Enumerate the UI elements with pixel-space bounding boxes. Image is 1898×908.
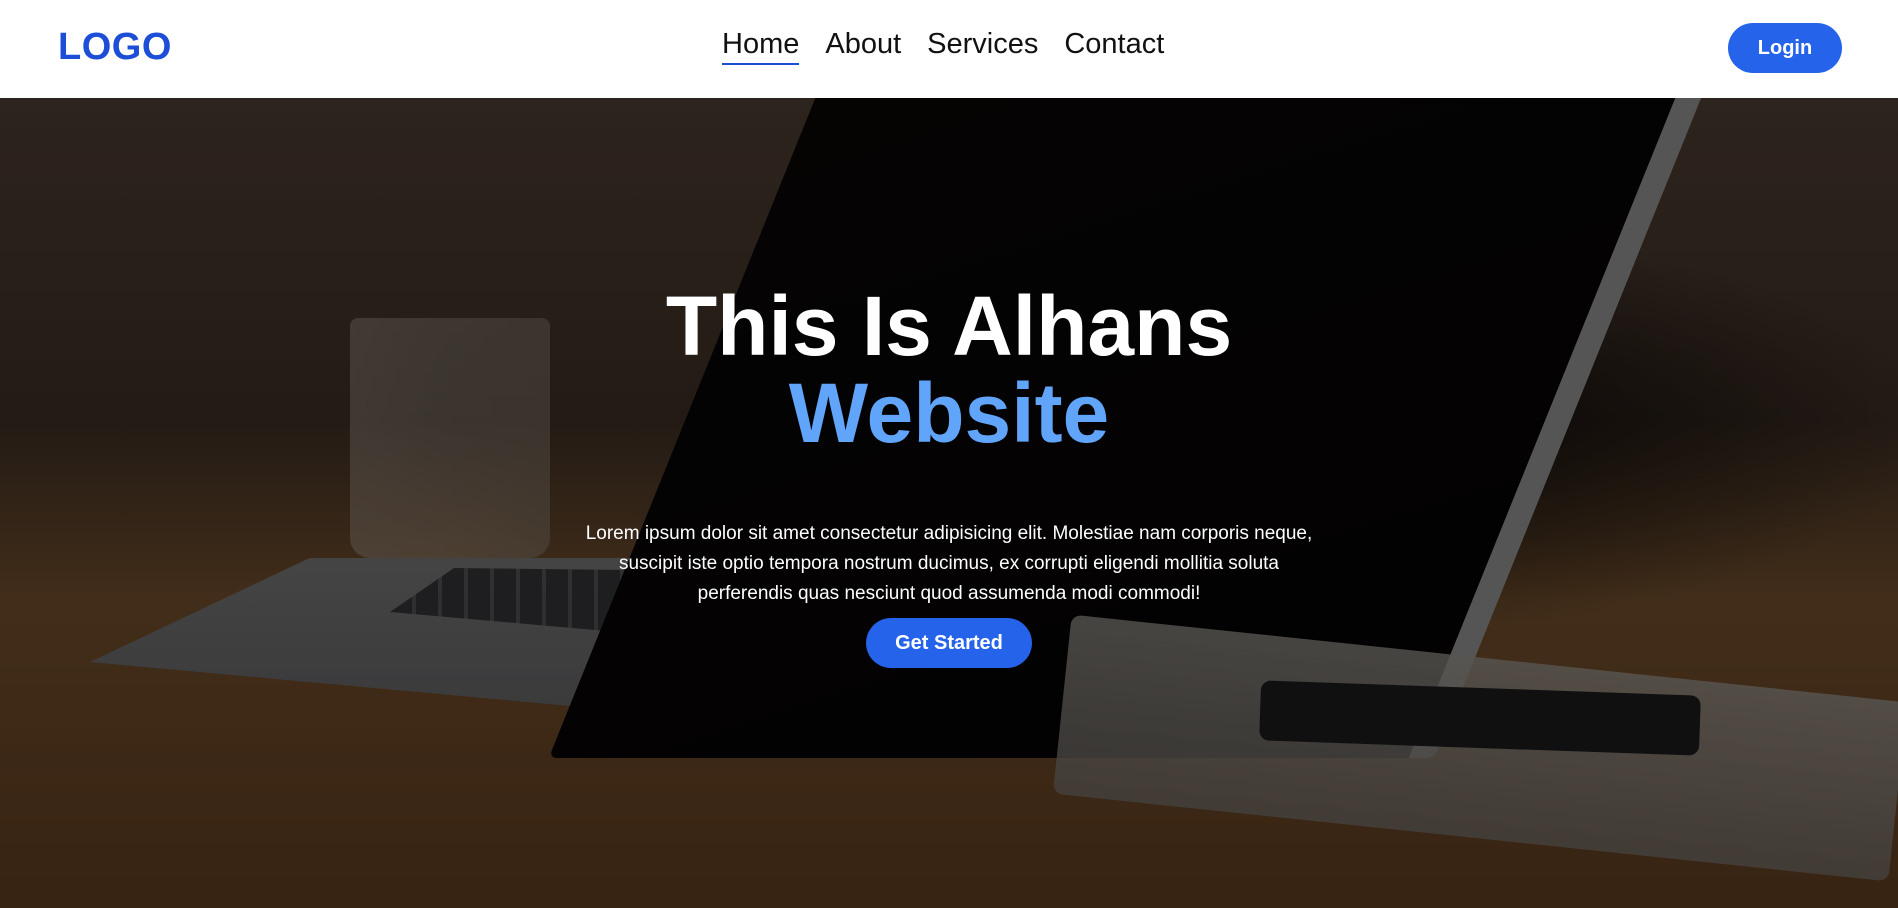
nav-link-services[interactable]: Services xyxy=(927,28,1038,65)
hero-section: This Is Alhans Website Lorem ipsum dolor… xyxy=(0,98,1898,908)
navbar: LOGO Home About Services Contact Login xyxy=(0,0,1898,98)
nav-link-home[interactable]: Home xyxy=(722,28,800,65)
nav-link-contact[interactable]: Contact xyxy=(1064,28,1164,65)
hero-overlay xyxy=(0,98,1898,908)
logo[interactable]: LOGO xyxy=(58,26,172,69)
login-button[interactable]: Login xyxy=(1728,23,1842,73)
get-started-button[interactable]: Get Started xyxy=(866,618,1032,668)
hero-description: Lorem ipsum dolor sit amet consectetur a… xyxy=(585,523,1313,604)
hero-title: This Is Alhans xyxy=(665,279,1233,373)
hero-title-highlight: Website xyxy=(788,366,1110,460)
nav-link-about[interactable]: About xyxy=(825,28,901,65)
nav-links: Home About Services Contact xyxy=(722,28,1164,65)
